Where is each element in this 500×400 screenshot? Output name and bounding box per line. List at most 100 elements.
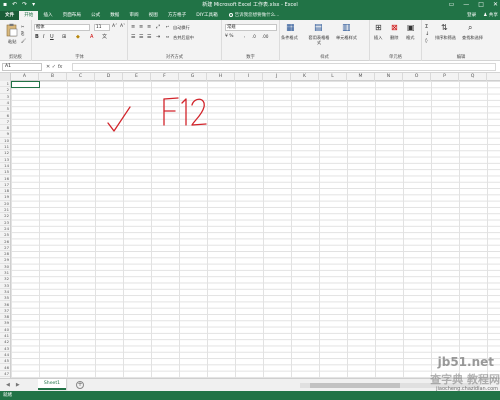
delete-cells-button[interactable]: 删除 bbox=[390, 35, 398, 41]
column-header[interactable]: K bbox=[291, 73, 319, 81]
column-header[interactable]: F bbox=[151, 73, 179, 81]
tab-file[interactable]: 文件 bbox=[0, 11, 20, 20]
column-header[interactable]: B bbox=[39, 73, 67, 81]
format-cells-icon[interactable]: ▣ bbox=[407, 23, 415, 33]
align-bottom-icon[interactable]: ≡ bbox=[147, 24, 151, 30]
enter-icon[interactable]: ✓ bbox=[52, 64, 56, 70]
align-middle-icon[interactable]: ≡ bbox=[139, 24, 143, 30]
column-header[interactable]: C bbox=[67, 73, 95, 81]
column-header[interactable]: M bbox=[347, 73, 375, 81]
comma-icon[interactable]: , bbox=[244, 34, 245, 40]
increase-font-icon[interactable]: A˄ bbox=[112, 24, 117, 30]
active-cell[interactable] bbox=[11, 81, 40, 89]
cut-icon[interactable]: ✂ bbox=[21, 24, 24, 30]
wrap-text-icon[interactable]: ↩ bbox=[166, 24, 169, 30]
align-left-icon[interactable]: ☰ bbox=[131, 34, 135, 40]
share-button[interactable]: ♟ 共享 bbox=[483, 12, 498, 18]
decrease-decimal-icon[interactable]: .00 bbox=[262, 34, 268, 40]
name-box[interactable]: A1 bbox=[2, 63, 42, 71]
column-header[interactable]: D bbox=[95, 73, 123, 81]
format-table-icon[interactable]: ▤ bbox=[314, 23, 323, 33]
tab-home[interactable]: 开始 bbox=[19, 11, 39, 20]
phonetic-icon[interactable]: 文 bbox=[102, 34, 107, 40]
find-select-button[interactable]: 查找和选择 bbox=[462, 35, 483, 41]
conditional-format-icon[interactable]: ▦ bbox=[286, 23, 295, 33]
indent-icon[interactable]: ⇥ bbox=[156, 34, 160, 40]
column-header[interactable]: E bbox=[123, 73, 151, 81]
conditional-format-button[interactable]: 条件格式 bbox=[281, 35, 298, 41]
add-sheet-button[interactable]: + bbox=[76, 381, 84, 389]
format-table-button[interactable]: 套用表格格式 bbox=[308, 35, 330, 45]
wrap-text-button[interactable]: 自动换行 bbox=[173, 25, 190, 31]
tab-diy-toolbox[interactable]: DIY工具箱 bbox=[191, 11, 222, 20]
column-header[interactable]: N bbox=[375, 73, 403, 81]
align-right-icon[interactable]: ☰ bbox=[147, 34, 151, 40]
font-color-icon[interactable]: A bbox=[90, 34, 93, 40]
column-header[interactable]: O bbox=[403, 73, 431, 81]
paste-label[interactable]: 粘贴 bbox=[8, 39, 16, 45]
column-header[interactable]: G bbox=[179, 73, 207, 81]
font-size-select[interactable]: 11 bbox=[94, 24, 110, 31]
sort-filter-button[interactable]: 排序和筛选 bbox=[435, 35, 456, 41]
close-icon[interactable]: ✕ bbox=[493, 0, 498, 10]
align-center-icon[interactable]: ☰ bbox=[139, 34, 143, 40]
scrollbar-thumb[interactable] bbox=[310, 383, 400, 388]
orientation-icon[interactable]: ⤢ bbox=[156, 24, 160, 30]
tab-data[interactable]: 数据 bbox=[105, 11, 124, 20]
tab-ffcell[interactable]: 方方格子 bbox=[163, 11, 191, 20]
increase-decimal-icon[interactable]: .0 bbox=[252, 34, 256, 40]
align-top-icon[interactable]: ≡ bbox=[131, 24, 135, 30]
column-header[interactable]: J bbox=[263, 73, 291, 81]
minimize-icon[interactable]: — bbox=[463, 0, 469, 10]
number-format-select[interactable]: 常规 bbox=[225, 24, 277, 31]
find-select-icon[interactable]: ⌕ bbox=[468, 23, 472, 33]
insert-cells-icon[interactable]: ⊞ bbox=[375, 23, 382, 33]
column-header[interactable]: P bbox=[431, 73, 459, 81]
column-header[interactable]: H bbox=[207, 73, 235, 81]
next-sheet-icon[interactable]: ▶ bbox=[16, 382, 20, 388]
format-cells-button[interactable]: 格式 bbox=[406, 35, 414, 41]
tab-review[interactable]: 审阅 bbox=[124, 11, 143, 20]
sheet-tab-sheet1[interactable]: Sheet1 bbox=[38, 379, 66, 390]
font-name-select[interactable]: 楷体 bbox=[34, 24, 90, 31]
cancel-icon[interactable]: ✕ bbox=[46, 64, 50, 70]
tab-insert[interactable]: 插入 bbox=[38, 11, 57, 20]
cell-area[interactable] bbox=[11, 81, 500, 378]
decrease-font-icon[interactable]: A˅ bbox=[120, 24, 125, 30]
select-all-corner[interactable] bbox=[0, 73, 11, 81]
tab-page-layout[interactable]: 页面布局 bbox=[58, 11, 86, 20]
italic-button[interactable]: I bbox=[43, 34, 44, 40]
cell-styles-icon[interactable]: ▥ bbox=[342, 23, 351, 33]
merge-center-icon[interactable]: ⇔ bbox=[166, 34, 169, 40]
underline-button[interactable]: U bbox=[50, 34, 54, 40]
paste-icon[interactable] bbox=[6, 23, 18, 37]
tab-view[interactable]: 视图 bbox=[144, 11, 163, 20]
insert-cells-button[interactable]: 插入 bbox=[374, 35, 382, 41]
column-header[interactable]: I bbox=[235, 73, 263, 81]
clear-icon[interactable]: ◊ bbox=[425, 38, 427, 44]
ribbon-display-icon[interactable]: ▭ bbox=[449, 0, 455, 10]
maximize-icon[interactable]: □ bbox=[478, 0, 484, 10]
prev-sheet-icon[interactable]: ◀ bbox=[6, 382, 10, 388]
borders-icon[interactable]: ⊞ bbox=[62, 34, 66, 40]
column-header[interactable]: A bbox=[11, 73, 39, 81]
copy-icon[interactable]: ⎘ bbox=[21, 31, 24, 37]
bold-button[interactable]: B bbox=[35, 34, 39, 40]
formula-input[interactable] bbox=[72, 63, 496, 71]
fill-icon[interactable]: ↓ bbox=[425, 31, 429, 37]
login-link[interactable]: 登录 bbox=[467, 12, 476, 18]
column-header[interactable]: Q bbox=[459, 73, 487, 81]
fill-color-icon[interactable]: ◆ bbox=[76, 34, 80, 40]
autosum-icon[interactable]: Σ bbox=[425, 24, 428, 30]
tell-me-box[interactable]: 告诉我您想要做什么... bbox=[228, 11, 279, 20]
delete-cells-icon[interactable]: ⊠ bbox=[391, 23, 398, 33]
sort-filter-icon[interactable]: ⇅ bbox=[441, 23, 448, 33]
row-header[interactable]: 47 bbox=[0, 371, 10, 378]
fx-icon[interactable]: fx bbox=[58, 64, 63, 70]
cell-styles-button[interactable]: 单元格样式 bbox=[336, 35, 357, 41]
format-painter-icon[interactable]: 🖌 bbox=[21, 38, 26, 44]
accounting-icon[interactable]: ¥ % bbox=[225, 34, 234, 40]
merge-center-button[interactable]: 合并后居中 bbox=[173, 35, 194, 41]
tab-formulas[interactable]: 公式 bbox=[86, 11, 105, 20]
column-header[interactable]: L bbox=[319, 73, 347, 81]
